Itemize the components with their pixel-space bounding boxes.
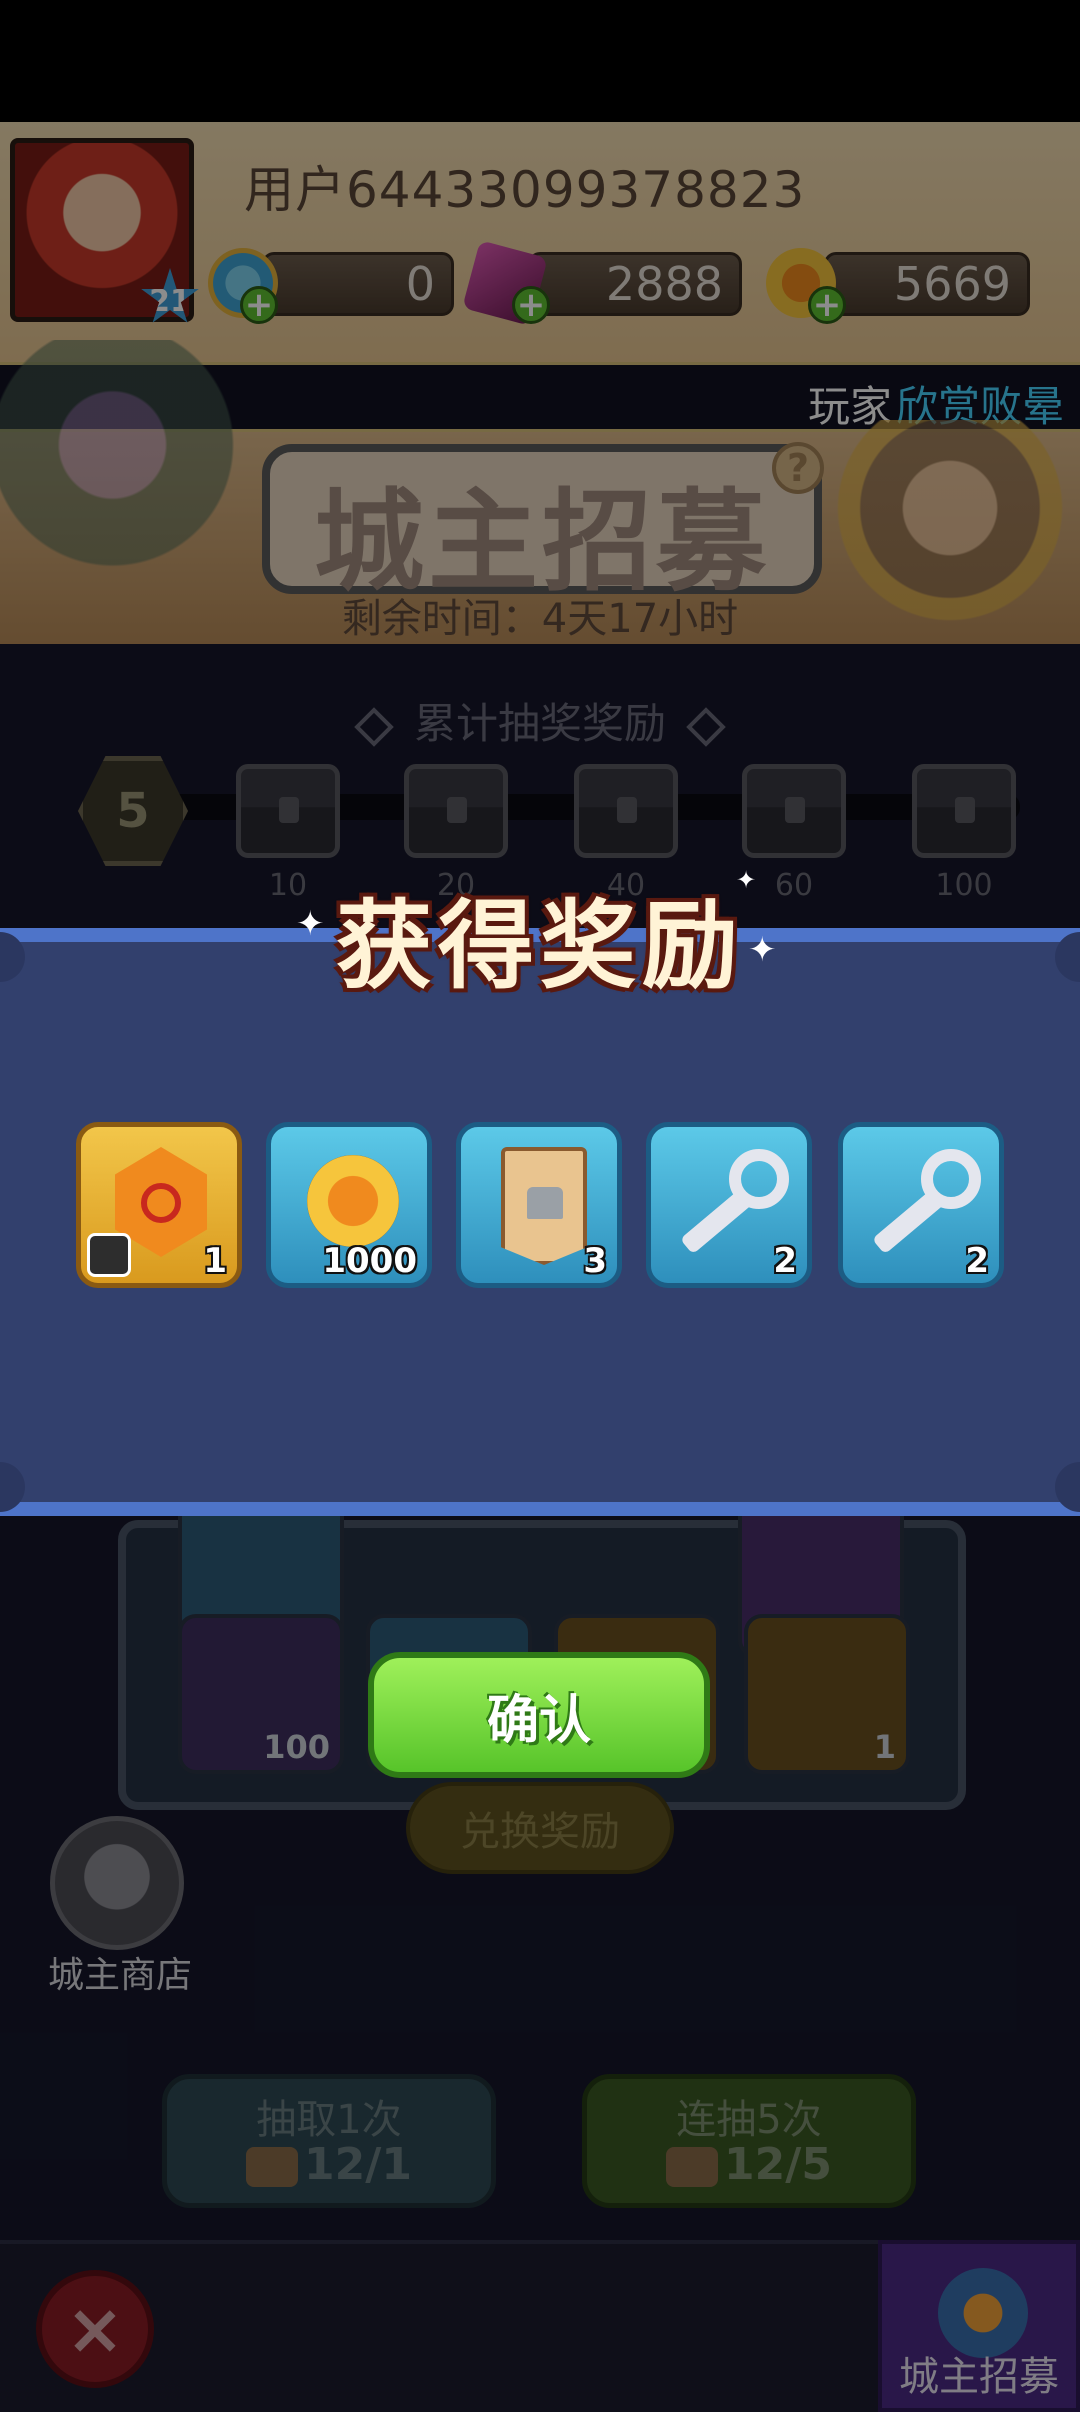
sparkle-icon: ✦: [296, 904, 325, 944]
sparkle-icon: ✦: [736, 866, 757, 894]
popup-corner: [1055, 1462, 1080, 1512]
reward-item[interactable]: 2: [838, 1122, 1004, 1288]
reward-item[interactable]: 1000: [266, 1122, 432, 1288]
reward-qty: 1000: [322, 1241, 417, 1281]
confirm-button[interactable]: 确认: [368, 1652, 710, 1778]
reward-qty: 2: [965, 1241, 989, 1281]
hook-icon: [87, 1233, 131, 1277]
swirl-mark: [141, 1183, 181, 1223]
reward-qty: 1: [203, 1241, 227, 1281]
gold-coin-icon: [307, 1155, 399, 1247]
reward-qty: 2: [773, 1241, 797, 1281]
reward-qty: 3: [583, 1241, 607, 1281]
popup-corner: [0, 1462, 25, 1512]
reward-item[interactable]: 3: [456, 1122, 622, 1288]
reward-item[interactable]: 2: [646, 1122, 812, 1288]
key-shaft: [679, 1187, 755, 1255]
boot-mark: [527, 1187, 563, 1219]
reward-item[interactable]: 1: [76, 1122, 242, 1288]
popup-title: 获得奖励: [336, 890, 744, 1002]
sparkle-icon: ✦: [748, 930, 777, 970]
key-shaft: [871, 1187, 947, 1255]
